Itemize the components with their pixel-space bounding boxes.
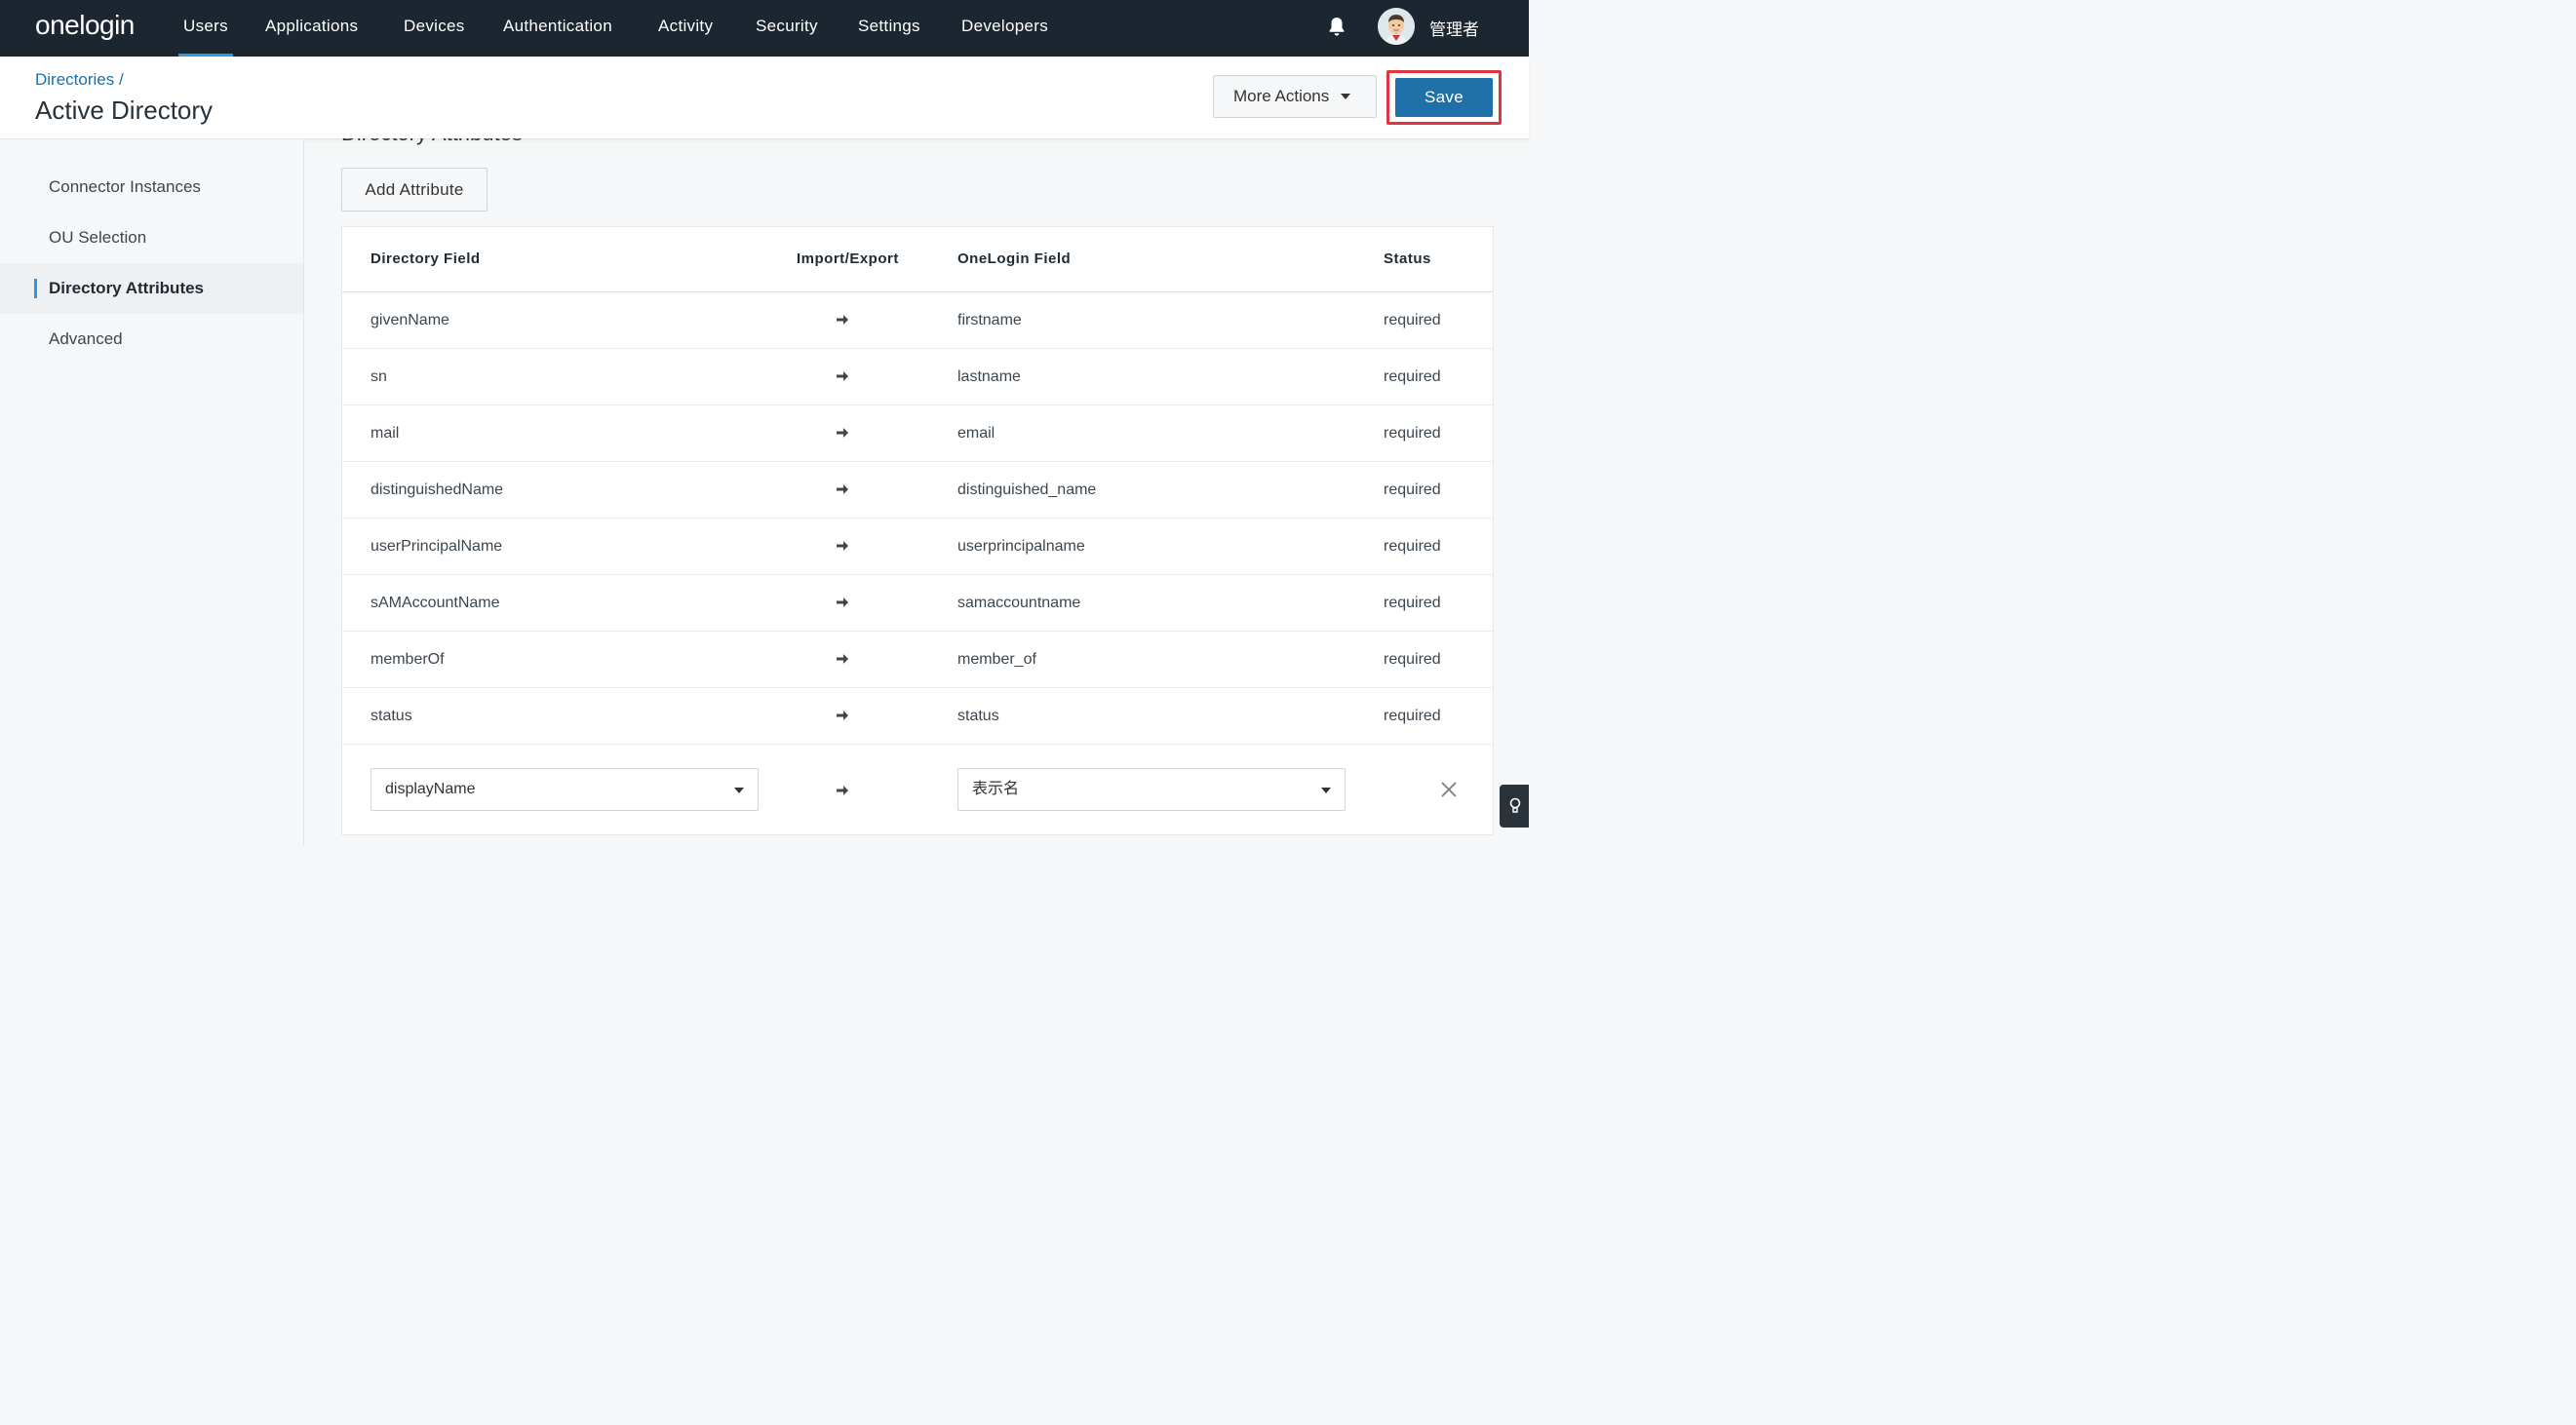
page-header: Directories / Active Directory More Acti… <box>0 57 1529 139</box>
directory-field-cell: mail <box>371 425 400 442</box>
sidebar-item-connector-instances[interactable]: Connector Instances <box>0 162 303 212</box>
header-import-export: Import/Export <box>797 250 899 267</box>
arrow-right-icon <box>837 786 848 795</box>
nav-users[interactable]: Users <box>178 0 233 57</box>
table-row: mail email required <box>342 405 1493 462</box>
lightbulb-icon <box>1509 797 1521 813</box>
close-icon[interactable] <box>1440 781 1458 798</box>
more-actions-button[interactable]: More Actions <box>1213 75 1377 118</box>
table-row: userPrincipalName userprincipalname requir… <box>342 519 1493 575</box>
table-row: distinguishedName distinguished_name requi… <box>342 462 1493 519</box>
help-tab[interactable] <box>1500 785 1529 828</box>
directory-field-cell: sAMAccountName <box>371 595 500 611</box>
directory-field-cell: sn <box>371 368 387 385</box>
status-cell: required <box>1384 481 1441 498</box>
header-onelogin-field: OneLogin Field <box>957 250 1072 267</box>
onelogin-field-cell: userprincipalname <box>957 538 1085 555</box>
directory-field-select[interactable]: displayName <box>371 768 759 811</box>
table-row: status status required <box>342 688 1493 745</box>
onelogin-field-cell: member_of <box>957 651 1036 668</box>
attributes-table: Directory Field Import/Export OneLogin F… <box>341 226 1494 835</box>
arrow-right-icon <box>837 541 848 551</box>
directory-field-cell: memberOf <box>371 651 445 668</box>
breadcrumb[interactable]: Directories / <box>35 70 124 90</box>
directory-field-cell: status <box>371 708 412 724</box>
onelogin-field-cell: status <box>957 708 999 724</box>
save-highlight: Save <box>1386 70 1502 125</box>
nav-settings[interactable]: Settings <box>858 0 920 57</box>
directory-field-cell: distinguishedName <box>371 481 504 498</box>
arrow-right-icon <box>837 484 848 494</box>
arrow-right-icon <box>837 711 848 720</box>
status-cell: required <box>1384 651 1441 668</box>
save-button[interactable]: Save <box>1395 78 1493 117</box>
status-cell: required <box>1384 595 1441 611</box>
chevron-down-icon <box>1321 788 1331 793</box>
table-row: memberOf member_of required <box>342 632 1493 688</box>
arrow-right-icon <box>837 654 848 664</box>
top-nav: onelogin Users Applications Devices Auth… <box>0 0 1529 57</box>
sidebar-item-ou-selection[interactable]: OU Selection <box>0 212 303 263</box>
add-attribute-button[interactable]: Add Attribute <box>341 168 488 212</box>
header-status: Status <box>1384 250 1431 267</box>
status-cell: required <box>1384 312 1441 328</box>
header-directory-field: Directory Field <box>371 250 481 267</box>
nav-devices[interactable]: Devices <box>404 0 465 57</box>
nav-applications[interactable]: Applications <box>265 0 358 57</box>
status-cell: required <box>1384 368 1441 385</box>
onelogin-field-cell: distinguished_name <box>957 481 1097 498</box>
nav-activity[interactable]: Activity <box>658 0 713 57</box>
status-cell: required <box>1384 425 1441 442</box>
onelogin-field-select[interactable]: 表示名 <box>957 768 1346 811</box>
page-title: Active Directory <box>35 96 214 125</box>
table-row: givenName firstname required <box>342 292 1493 349</box>
arrow-right-icon <box>837 315 848 325</box>
onelogin-field-cell: email <box>957 425 995 442</box>
nav-developers[interactable]: Developers <box>961 0 1048 57</box>
nav-security[interactable]: Security <box>756 0 818 57</box>
more-actions-label: More Actions <box>1233 87 1330 105</box>
directory-field-cell: userPrincipalName <box>371 538 503 555</box>
directory-field-cell: givenName <box>371 312 449 328</box>
directory-field-value: displayName <box>385 781 476 797</box>
onelogin-field-value: 表示名 <box>972 781 1020 797</box>
onelogin-field-cell: lastname <box>957 368 1021 385</box>
nav-authentication[interactable]: Authentication <box>503 0 612 57</box>
editable-row: displayName 表示名 <box>342 747 1493 834</box>
sidebar: Connector Instances OU Selection Directo… <box>0 139 304 846</box>
status-cell: required <box>1384 708 1441 724</box>
arrow-right-icon <box>837 371 848 381</box>
sidebar-item-directory-attributes[interactable]: Directory Attributes <box>0 263 303 314</box>
table-row: sAMAccountName samaccountname required <box>342 575 1493 632</box>
onelogin-logo[interactable]: onelogin <box>35 10 135 41</box>
status-cell: required <box>1384 538 1441 555</box>
avatar[interactable] <box>1378 8 1415 45</box>
arrow-right-icon <box>837 597 848 607</box>
chevron-down-icon <box>1341 94 1351 99</box>
bell-icon[interactable] <box>1327 16 1347 37</box>
sidebar-item-advanced[interactable]: Advanced <box>0 314 303 365</box>
user-name[interactable]: 管理者 <box>1429 16 1479 40</box>
arrow-right-icon <box>837 428 848 438</box>
onelogin-field-cell: samaccountname <box>957 595 1081 611</box>
onelogin-field-cell: firstname <box>957 312 1022 328</box>
table-row: sn lastname required <box>342 349 1493 405</box>
chevron-down-icon <box>734 788 744 793</box>
